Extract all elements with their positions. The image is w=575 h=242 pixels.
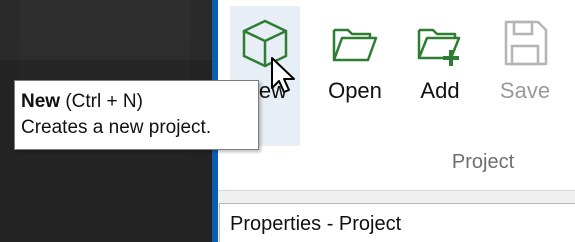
properties-title: Properties - Project [230,213,402,235]
save-button-label: Save [499,78,551,103]
folder-add-icon [415,18,465,68]
tooltip: New (Ctrl + N) Creates a new project. [14,80,259,150]
save-project-button[interactable]: Save [490,6,560,146]
tooltip-description: Creates a new project. [21,117,212,138]
open-button-label: Open [328,78,382,103]
mouse-cursor-icon [270,56,298,94]
open-project-button[interactable]: Open [320,6,390,146]
save-floppy-icon [500,18,550,68]
tooltip-title: New [21,91,61,112]
tooltip-line-1: New (Ctrl + N) [21,89,252,115]
ribbon-group-label: Project [451,151,515,173]
add-button-label: Add [420,78,460,103]
folder-open-icon [330,18,380,68]
properties-header: Properties - Project [219,203,575,242]
add-project-button[interactable]: Add [405,6,475,146]
tooltip-shortcut: (Ctrl + N) [60,91,143,112]
